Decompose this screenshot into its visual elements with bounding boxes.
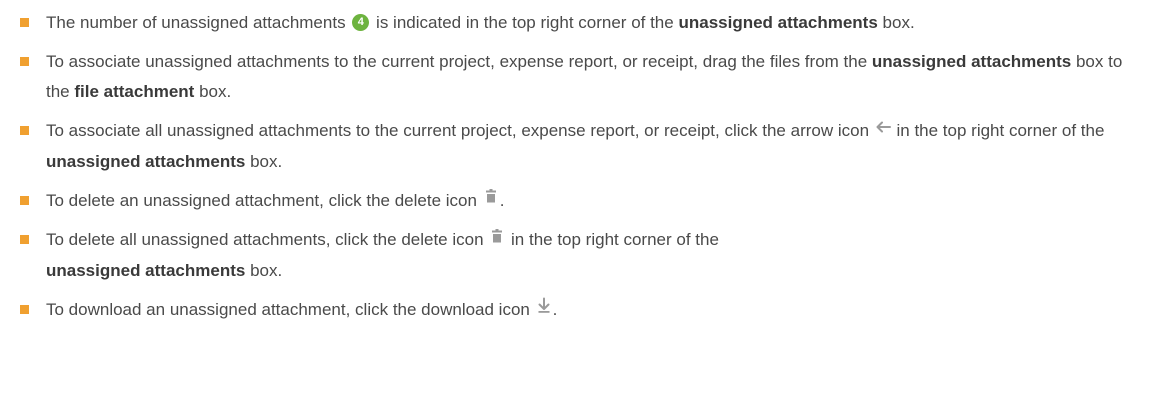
bullet-marker <box>20 195 29 205</box>
item-text: is indicated in the top right corner of … <box>376 13 674 32</box>
arrow-left-icon <box>874 116 892 146</box>
number-badge-icon: 4 <box>352 14 370 32</box>
bullet-marker <box>20 126 29 135</box>
bold-term: file attachment <box>74 82 195 101</box>
item-text: The number of unassigned attachments <box>46 13 346 32</box>
bold-term: unassigned attachments <box>871 52 1072 71</box>
item-text: in the top right corner of the <box>896 121 1105 140</box>
list-item: To delete an unassigned attachment, clic… <box>0 186 1149 217</box>
item-text: To associate unassigned attachments to t… <box>46 52 868 71</box>
item-text: . <box>552 299 558 319</box>
download-arrow-icon <box>535 294 553 324</box>
bold-term: unassigned attachments <box>678 13 878 32</box>
item-text: . <box>499 190 505 210</box>
instruction-list: The number of unassigned attachments 4 i… <box>0 0 1149 325</box>
list-item: To associate all unassigned attachments … <box>0 116 1149 177</box>
item-text: To download an unassigned attachment, cl… <box>46 299 530 319</box>
item-text: box. <box>882 13 915 32</box>
item-text: in the top right corner of the <box>511 230 719 250</box>
item-text: To delete an unassigned attachment, clic… <box>46 190 477 210</box>
bold-term: unassigned attachments <box>46 260 246 280</box>
item-text: To associate all unassigned attachments … <box>46 121 870 140</box>
item-text: box. <box>199 82 232 101</box>
item-text: box. <box>250 151 283 171</box>
trash-icon <box>488 225 506 255</box>
item-text: box. <box>250 260 283 280</box>
list-item: To download an unassigned attachment, cl… <box>0 295 1149 326</box>
list-item: To associate unassigned attachments to t… <box>0 47 1149 107</box>
bold-term: unassigned attachments <box>46 151 246 171</box>
list-item: The number of unassigned attachments 4 i… <box>0 8 1149 38</box>
bullet-marker <box>20 18 29 27</box>
bullet-marker <box>20 304 29 314</box>
bullet-marker <box>20 57 29 66</box>
item-text: To delete all unassigned attachments, cl… <box>46 230 484 250</box>
bullet-marker <box>20 235 29 245</box>
list-item: To delete all unassigned attachments, cl… <box>0 225 1149 286</box>
trash-icon <box>482 185 500 215</box>
